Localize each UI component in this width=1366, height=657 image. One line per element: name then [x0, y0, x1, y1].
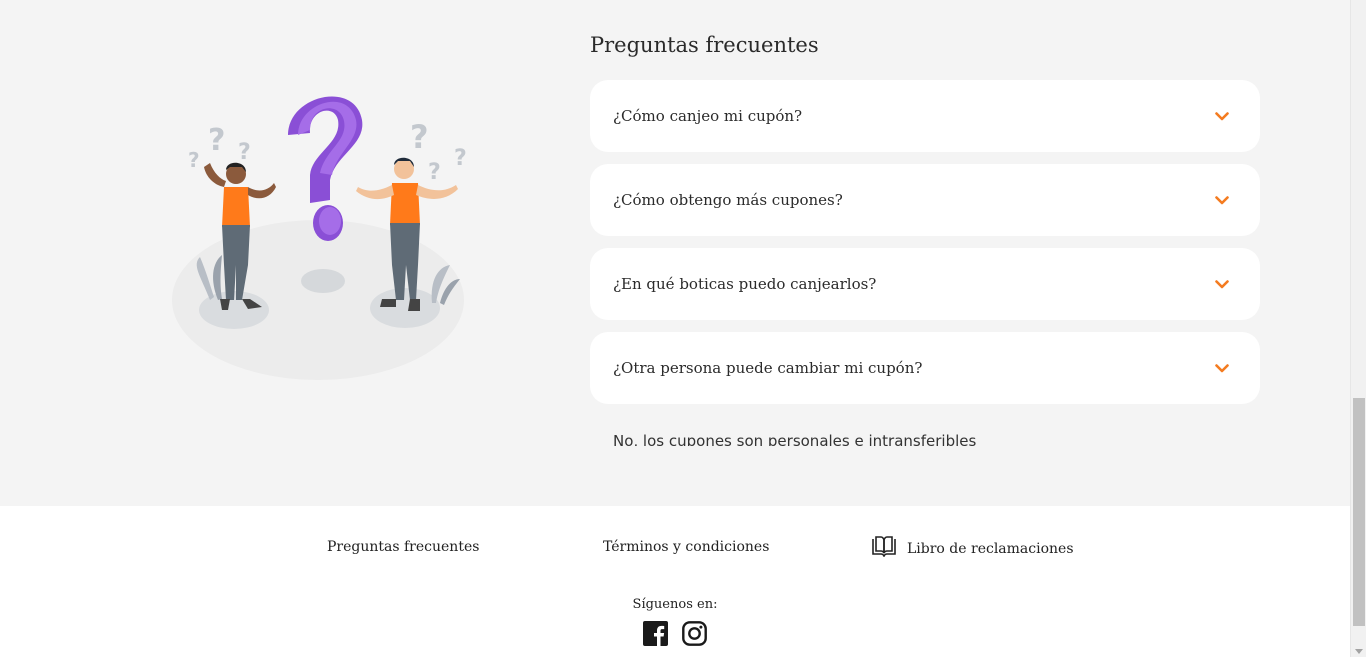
faq-section: ? ? ? ? ? ? Preguntas frecuentes ¿Cómo c… [0, 0, 1350, 506]
footer-link-faq[interactable]: Preguntas frecuentes [327, 539, 479, 555]
chevron-down-icon[interactable] [1214, 276, 1230, 292]
scroll-down-arrow-icon[interactable] [1355, 649, 1363, 654]
faq-question: ¿Cómo obtengo más cupones? [613, 191, 843, 209]
svg-text:?: ? [238, 140, 251, 165]
instagram-icon[interactable] [682, 621, 707, 646]
social-links [643, 621, 707, 646]
footer-link-complaints-label: Libro de reclamaciones [907, 540, 1074, 557]
faq-list: ¿Cómo canjeo mi cupón? ¿Cómo obtengo más… [590, 80, 1260, 416]
faq-answer-container: No, los cupones son personales e intrans… [613, 428, 1113, 446]
faq-item-more-coupons[interactable]: ¿Cómo obtengo más cupones? [590, 164, 1260, 236]
svg-text:?: ? [454, 146, 467, 171]
footer-link-complaints[interactable]: Libro de reclamaciones [872, 536, 1074, 561]
faq-question: ¿Cómo canjeo mi cupón? [613, 107, 803, 125]
svg-text:?: ? [188, 148, 200, 172]
svg-text:?: ? [208, 123, 225, 158]
scrollbar-thumb[interactable] [1353, 398, 1365, 626]
svg-text:?: ? [410, 118, 429, 156]
vertical-scrollbar[interactable] [1350, 0, 1366, 657]
footer: Preguntas frecuentes Términos y condicio… [0, 506, 1350, 657]
faq-item-redeem-coupon[interactable]: ¿Cómo canjeo mi cupón? [590, 80, 1260, 152]
footer-link-terms[interactable]: Términos y condiciones [603, 539, 769, 555]
chevron-down-icon[interactable] [1214, 192, 1230, 208]
facebook-icon[interactable] [643, 621, 668, 646]
faq-question: ¿Otra persona puede cambiar mi cupón? [613, 359, 923, 377]
faq-answer: No, los cupones son personales e intrans… [613, 432, 977, 446]
faq-title: Preguntas frecuentes [590, 33, 819, 57]
faq-item-pharmacies[interactable]: ¿En qué boticas puedo canjearlos? [590, 248, 1260, 320]
faq-illustration: ? ? ? ? ? ? [170, 75, 480, 385]
svg-text:?: ? [428, 160, 441, 185]
follow-us-label: Síguenos en: [632, 597, 718, 612]
chevron-down-icon[interactable] [1214, 108, 1230, 124]
faq-item-transfer-coupon[interactable]: ¿Otra persona puede cambiar mi cupón? [590, 332, 1260, 404]
chevron-down-icon[interactable] [1214, 360, 1230, 376]
people-question-illustration: ? ? ? ? ? ? [172, 96, 467, 380]
faq-question: ¿En qué boticas puedo canjearlos? [613, 275, 877, 293]
book-icon [872, 536, 896, 561]
